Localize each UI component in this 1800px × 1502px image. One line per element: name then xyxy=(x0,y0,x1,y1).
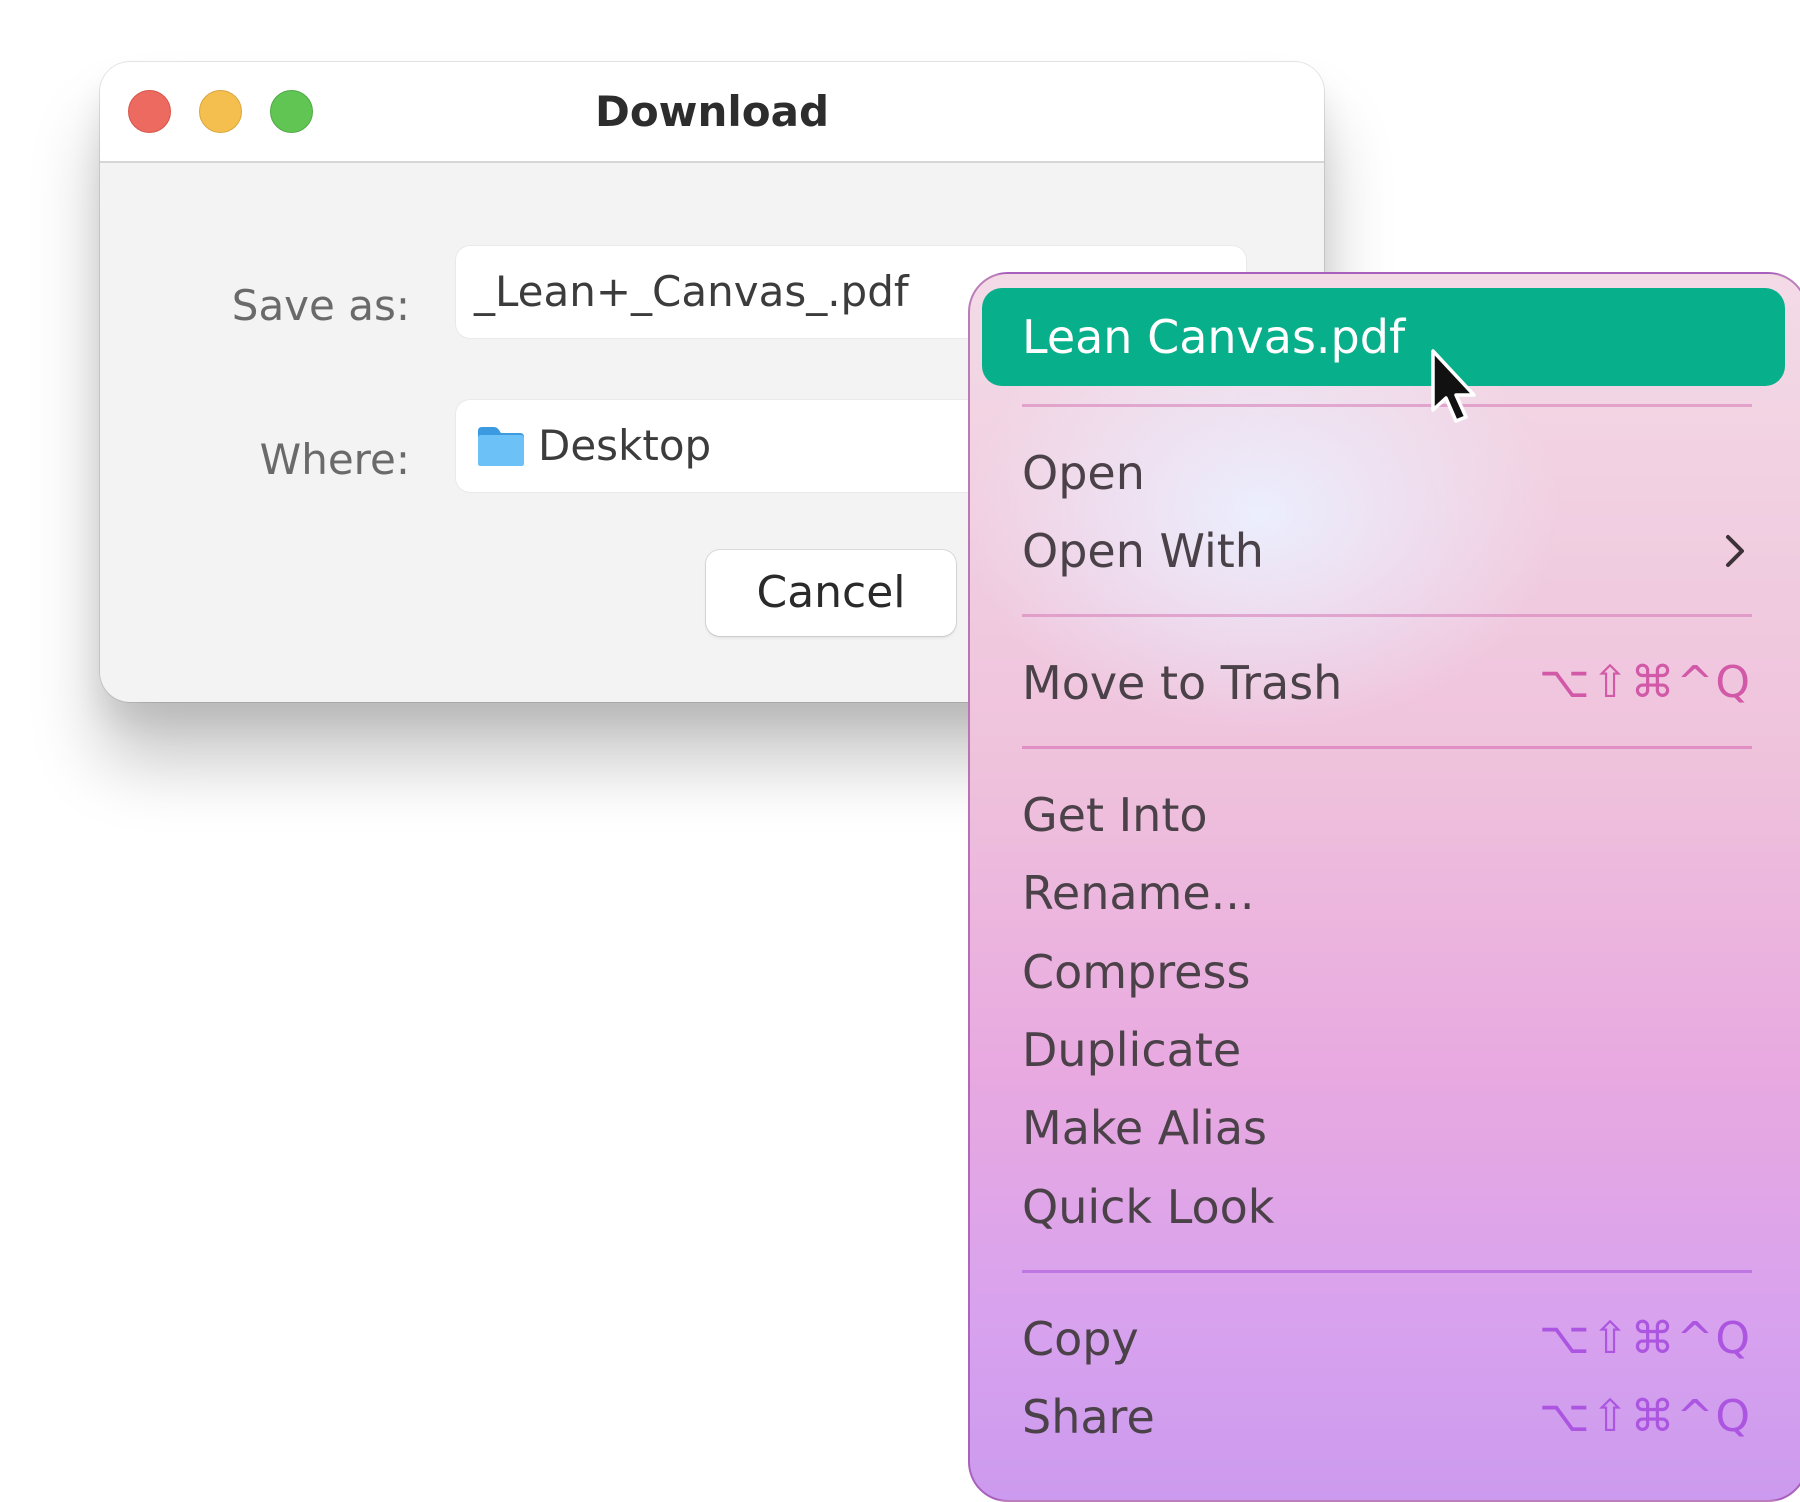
menu-item-label: Move to Trash xyxy=(1022,656,1343,710)
menu-item-label: Quick Look xyxy=(1022,1180,1275,1234)
menu-item-label: Share xyxy=(1022,1390,1155,1444)
pointer-cursor-icon xyxy=(1431,349,1476,423)
menu-item-open-with[interactable]: Open With xyxy=(1022,516,1752,586)
menu-separator xyxy=(1022,404,1752,407)
menu-item-get-into[interactable]: Get Into xyxy=(1022,780,1752,850)
menu-separator xyxy=(1022,1270,1752,1273)
menu-item-label: Get Into xyxy=(1022,788,1208,842)
menu-item-label: Make Alias xyxy=(1022,1101,1267,1155)
menu-item-label: Open xyxy=(1022,446,1145,500)
chevron-right-icon xyxy=(1726,535,1744,567)
menu-item-duplicate[interactable]: Duplicate xyxy=(1022,1015,1752,1085)
menu-item-label: Copy xyxy=(1022,1312,1139,1366)
menu-item-label: Rename... xyxy=(1022,866,1255,920)
menu-separator xyxy=(1022,614,1752,617)
menu-item-rename[interactable]: Rename... xyxy=(1022,858,1752,928)
save-as-value: _Lean+_Canvas_.pdf xyxy=(474,267,909,316)
save-as-label: Save as: xyxy=(231,281,410,330)
menu-item-label: Open With xyxy=(1022,524,1264,578)
menu-item-shortcut: ⌥⇧⌘^Q xyxy=(1538,1313,1752,1364)
folder-icon xyxy=(478,427,524,466)
menu-item-shortcut: ⌥⇧⌘^Q xyxy=(1538,1391,1752,1442)
menu-item-share[interactable]: Share ⌥⇧⌘^Q xyxy=(1022,1382,1752,1452)
menu-item-compress[interactable]: Compress xyxy=(1022,937,1752,1007)
dialog-title: Download xyxy=(594,87,830,136)
menu-item-move-to-trash[interactable]: Move to Trash ⌥⇧⌘^Q xyxy=(1022,648,1752,718)
menu-item-label: Compress xyxy=(1022,945,1251,999)
menu-title: Lean Canvas.pdf xyxy=(1022,310,1406,364)
menu-item-open[interactable]: Open xyxy=(1022,438,1752,508)
menu-item-shortcut: ⌥⇧⌘^Q xyxy=(1538,657,1752,708)
menu-separator xyxy=(1022,746,1752,749)
menu-item-make-alias[interactable]: Make Alias xyxy=(1022,1093,1752,1163)
where-label: Where: xyxy=(259,435,410,484)
menu-item-label: Duplicate xyxy=(1022,1023,1242,1077)
menu-item-copy[interactable]: Copy ⌥⇧⌘^Q xyxy=(1022,1304,1752,1374)
cancel-button[interactable]: Cancel xyxy=(706,550,956,636)
where-value: Desktop xyxy=(538,421,712,470)
context-menu: Lean Canvas.pdf Open Open With Move to T… xyxy=(968,272,1800,1502)
menu-item-quick-look[interactable]: Quick Look xyxy=(1022,1172,1752,1242)
title-bar: Download xyxy=(100,62,1324,163)
